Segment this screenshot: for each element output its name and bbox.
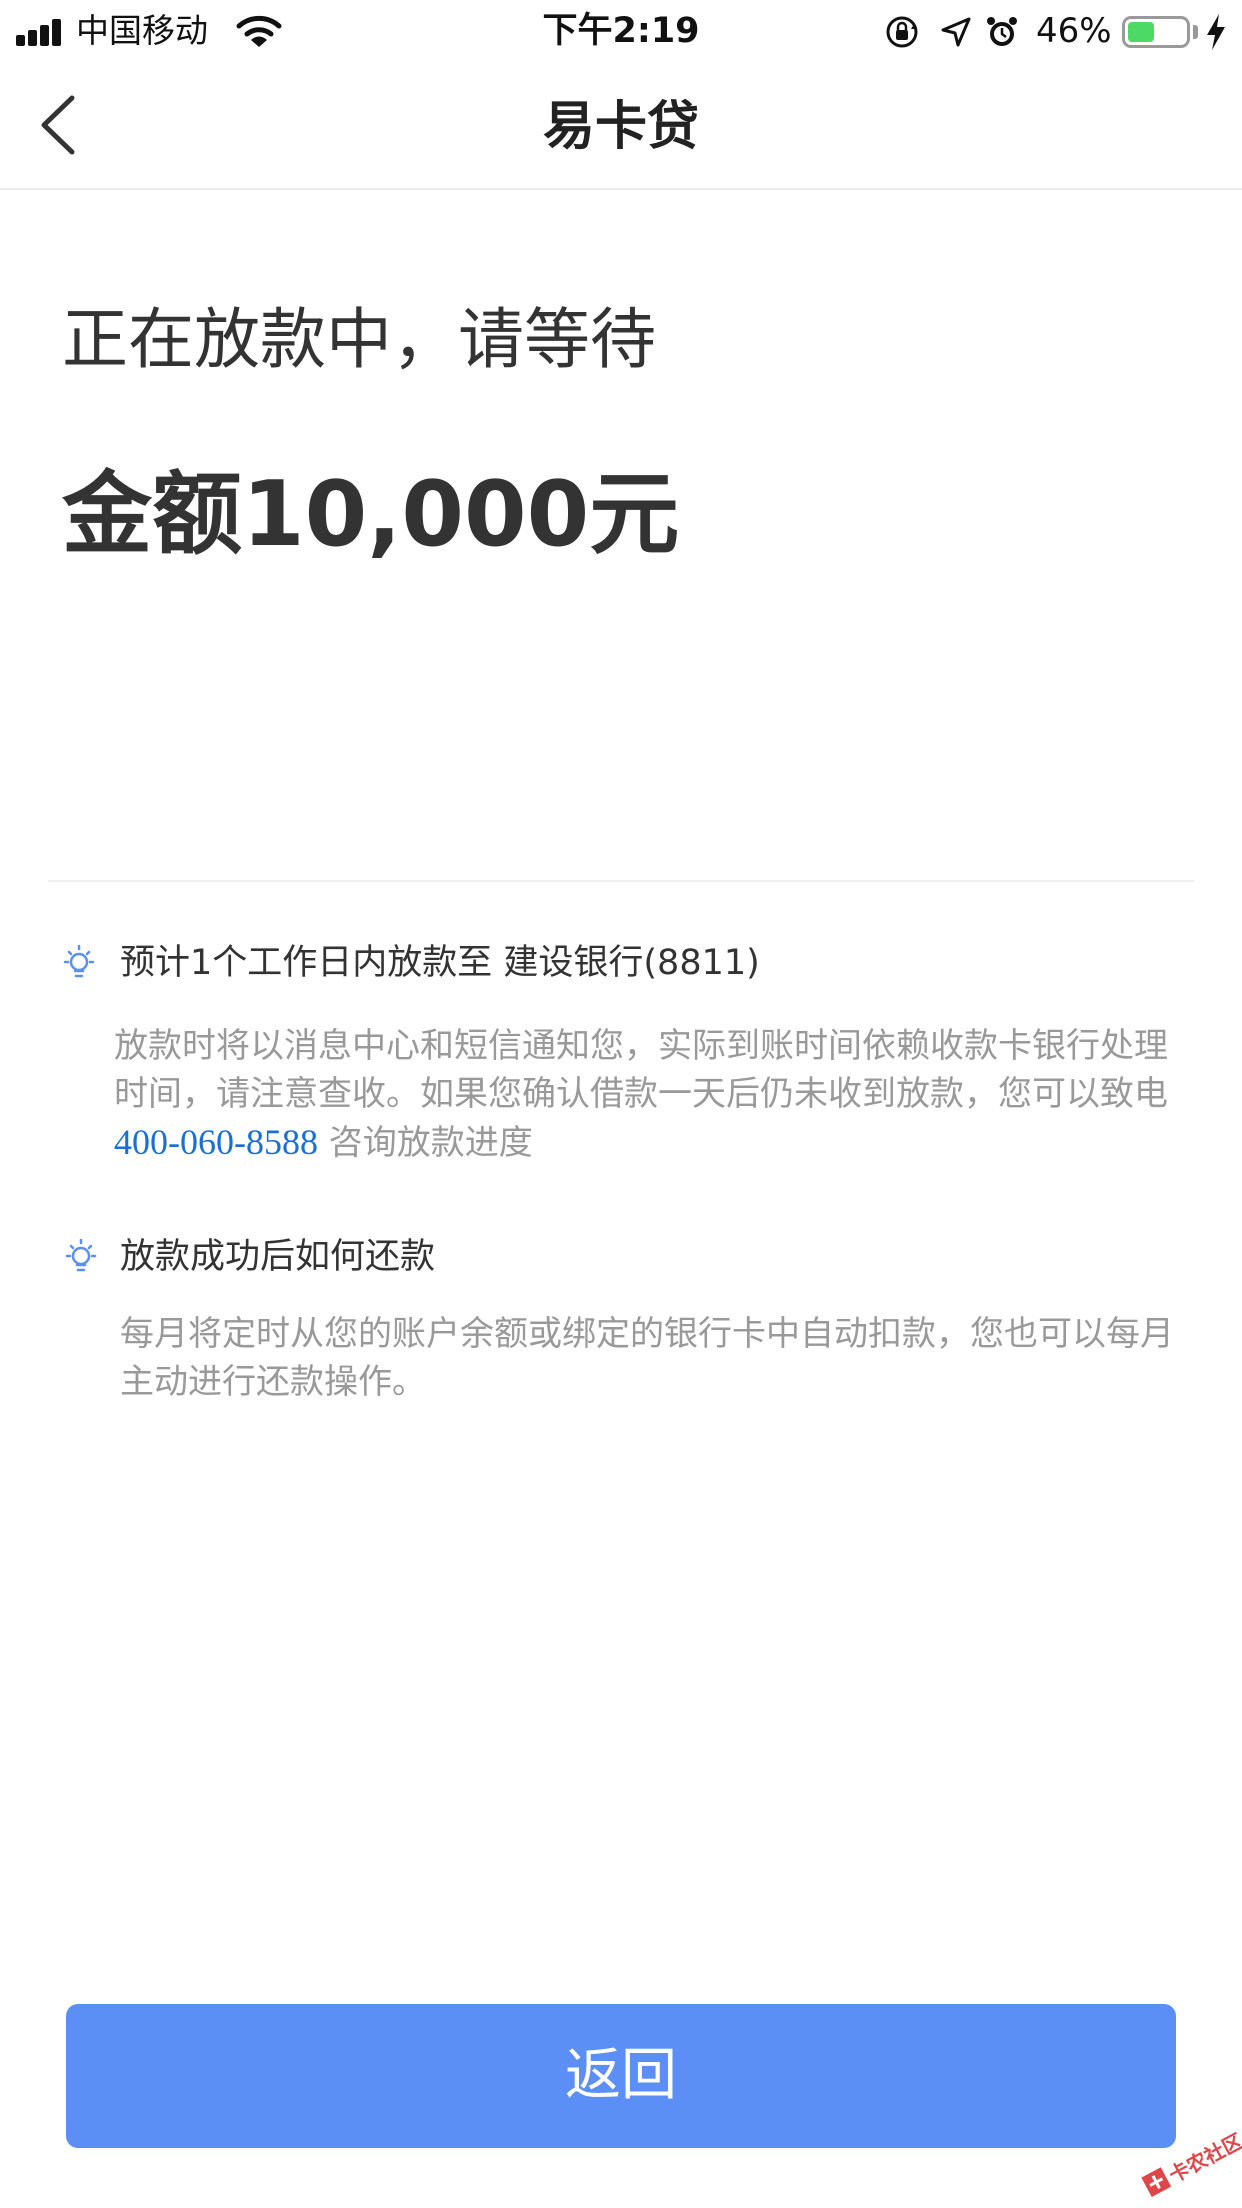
status-bar: 中国移动 下午2:19 46% bbox=[0, 0, 1242, 62]
loan-amount: 金额10,000元 bbox=[62, 462, 680, 567]
battery-level bbox=[1128, 22, 1154, 42]
tip-title-disbursement-time: 预计1个工作日内放款至 建设银行(8811) bbox=[120, 943, 760, 983]
lightbulb-icon bbox=[63, 944, 95, 978]
disbursement-status-heading: 正在放款中，请等待 bbox=[62, 301, 656, 378]
lightbulb-icon bbox=[65, 1238, 97, 1272]
nav-bar: 易卡贷 bbox=[0, 62, 1242, 190]
battery-icon bbox=[1122, 16, 1190, 48]
orientation-lock-icon bbox=[886, 16, 918, 48]
divider bbox=[48, 880, 1194, 882]
battery-cap bbox=[1193, 25, 1198, 39]
tip-body-disbursement: 放款时将以消息中心和短信通知您，实际到账时间依赖收款卡银行处理时间，请注意查收。… bbox=[114, 1022, 1174, 1167]
tip-title-repayment: 放款成功后如何还款 bbox=[120, 1237, 436, 1277]
tip-body-text-end: 咨询放款进度 bbox=[317, 1123, 533, 1163]
location-icon bbox=[941, 17, 971, 47]
return-button[interactable]: 返回 bbox=[66, 2004, 1176, 2148]
battery-percent: 46% bbox=[1036, 11, 1112, 51]
alarm-icon bbox=[987, 17, 1017, 46]
page-title: 易卡贷 bbox=[542, 97, 699, 157]
hotline-phone-link[interactable]: 400-060-8588 bbox=[114, 1122, 318, 1162]
charging-icon bbox=[1207, 14, 1225, 50]
tip-body-repayment: 每月将定时从您的账户余额或绑定的银行卡中自动扣款，您也可以每月主动进行还款操作。 bbox=[120, 1314, 1174, 1402]
watermark-logo: 卡农社区 bbox=[1141, 2130, 1242, 2198]
watermark-text: 卡农社区 bbox=[1165, 2130, 1242, 2187]
tip-body-text: 放款时将以消息中心和短信通知您，实际到账时间依赖收款卡银行处理时间，请注意查收。… bbox=[114, 1026, 1168, 1114]
